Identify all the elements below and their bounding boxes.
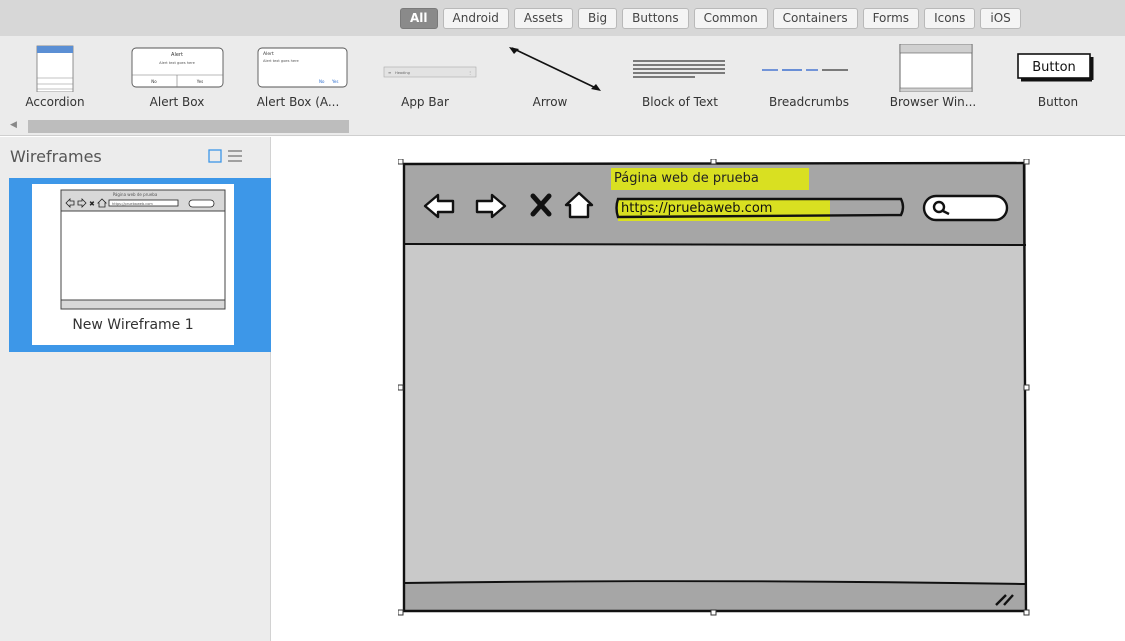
filter-tab-android[interactable]: Android	[442, 8, 509, 29]
browser-url: https://pruebaweb.com	[621, 201, 773, 216]
component-label: Accordion	[25, 95, 85, 109]
svg-text:≡: ≡	[388, 70, 391, 75]
breadcrumbs-thumbnail	[762, 69, 848, 71]
component-label: Arrow	[532, 95, 568, 109]
alert-title: Alert	[171, 52, 183, 58]
search-field[interactable]	[922, 194, 1009, 222]
component-label: Browser Win...	[889, 95, 977, 109]
alert-alt-text: Alert text goes here	[263, 59, 300, 63]
component-button[interactable]: Button Button	[1003, 36, 1113, 118]
component-block-of-text[interactable]: Block of Text	[625, 36, 735, 118]
filter-tabs: All Android Assets Big Buttons Common Containe…	[400, 8, 1021, 29]
alert-alt-no: No	[319, 79, 325, 84]
filter-tab-icons[interactable]: Icons	[924, 8, 976, 29]
browser-status-bar	[404, 583, 1026, 611]
component-arrow[interactable]: Arrow	[495, 36, 605, 118]
thumb-title: Página web de prueba	[113, 192, 158, 197]
filter-tab-common[interactable]: Common	[693, 8, 768, 29]
component-label: Block of Text	[642, 95, 718, 109]
button-thumb-text: Button	[1032, 60, 1076, 75]
alert-yes: Yes	[196, 79, 203, 84]
browser-window-wireframe[interactable]	[398, 159, 1031, 617]
alert-alt-title: Alert	[263, 51, 274, 57]
component-accordion[interactable]: Accordion	[0, 36, 110, 118]
filter-tab-forms[interactable]: Forms	[862, 8, 920, 29]
component-label: Breadcrumbs	[769, 95, 849, 109]
component-filter-bar: All Android Assets Big Buttons Common Containe…	[0, 0, 1125, 36]
alert-no: No	[151, 79, 157, 84]
browser-window-thumbnail	[899, 44, 973, 92]
component-alert-box[interactable]: Alert Alert text goes here No Yes Alert …	[122, 36, 232, 118]
list-view-icon[interactable]	[227, 149, 243, 163]
alert-box-alt-thumbnail: Alert Alert text goes here No Yes	[257, 47, 348, 88]
browser-title: Página web de prueba	[614, 171, 759, 186]
app-bar-heading: Heading	[395, 71, 410, 75]
scrollbar-thumb[interactable]	[28, 120, 349, 133]
view-toggle	[208, 149, 243, 163]
filter-tab-all[interactable]: All	[400, 8, 438, 29]
alert-alt-yes: Yes	[331, 79, 338, 84]
wireframes-panel: Wireframes ✖ Página web de prueba https:…	[0, 137, 271, 641]
scroll-left-icon[interactable]: ◀	[10, 120, 17, 130]
alert-box-thumbnail: Alert Alert text goes here No Yes	[131, 47, 224, 88]
wireframe-name: New Wireframe 1	[72, 317, 194, 333]
component-label: Alert Box	[149, 95, 205, 109]
alert-text: Alert text goes here	[159, 61, 196, 65]
component-label: Alert Box (A...	[256, 95, 340, 109]
grid-view-icon[interactable]	[208, 149, 222, 163]
panel-title: Wireframes	[10, 147, 102, 166]
svg-text:✖: ✖	[89, 200, 95, 208]
filter-tab-ios[interactable]: iOS	[980, 8, 1021, 29]
text-block-thumbnail	[633, 60, 725, 78]
filter-tab-big[interactable]: Big	[577, 8, 618, 29]
component-alert-box-alt[interactable]: Alert Alert text goes here No Yes Alert …	[243, 36, 353, 118]
library-scrollbar[interactable]: ◀	[0, 118, 1125, 136]
filter-tab-buttons[interactable]: Buttons	[622, 8, 689, 29]
header-divider	[403, 243, 1027, 246]
wireframe-thumbnail: ✖ Página web de prueba https://pruebaweb…	[60, 189, 226, 310]
component-label: Button	[1037, 95, 1079, 109]
filter-tab-assets[interactable]: Assets	[513, 8, 573, 29]
component-browser-window[interactable]: Browser Win...	[878, 36, 988, 118]
button-thumbnail: Button	[1017, 53, 1094, 82]
component-breadcrumbs[interactable]: Breadcrumbs	[754, 36, 864, 118]
component-label: App Bar	[401, 95, 449, 109]
arrow-thumbnail	[509, 47, 601, 91]
thumb-url: https://pruebaweb.com	[112, 202, 153, 206]
accordion-thumbnail	[36, 45, 74, 92]
design-canvas[interactable]: Página web de prueba https://pruebaweb.c…	[272, 137, 1125, 641]
wireframe-card[interactable]: ✖ Página web de prueba https://pruebaweb…	[32, 184, 234, 345]
component-library: Accordion Alert Alert text goes here No …	[0, 36, 1125, 118]
svg-text:⋮: ⋮	[468, 70, 472, 75]
filter-tab-containers[interactable]: Containers	[772, 8, 858, 29]
component-app-bar[interactable]: ≡ Heading ⋮ App Bar	[370, 36, 480, 118]
app-bar-thumbnail: ≡ Heading ⋮	[383, 66, 477, 78]
